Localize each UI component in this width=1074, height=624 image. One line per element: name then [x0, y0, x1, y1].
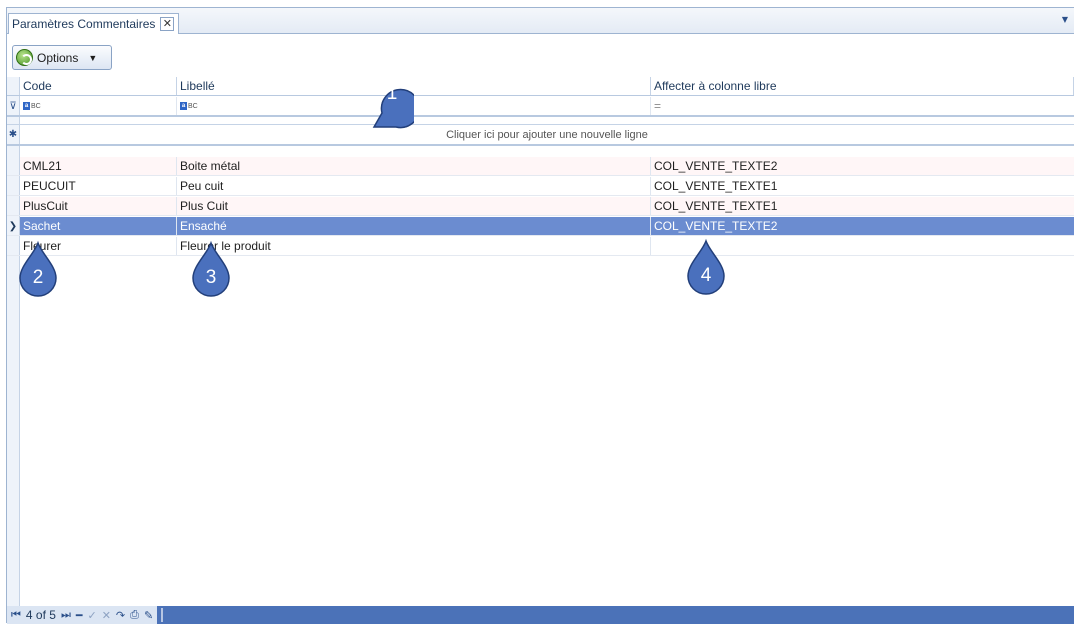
cell-libelle[interactable]: Plus Cuit	[177, 197, 651, 215]
tab-parametres-commentaires[interactable]: Paramètres Commentaires ✕	[8, 13, 180, 34]
callout-marker-3: 3	[189, 240, 233, 298]
first-record-icon[interactable]: ⏮	[11, 609, 21, 622]
filter-affecter[interactable]: =	[651, 97, 1074, 115]
header-corner	[7, 77, 20, 95]
filter-row: ⊽ a BC a BC =	[7, 97, 1074, 117]
record-position: 4 of 5	[25, 608, 56, 622]
callout-1-number: 1	[386, 83, 398, 104]
close-icon[interactable]: ✕	[160, 17, 175, 31]
options-label: Options	[37, 50, 79, 65]
print-icon[interactable]: ⎙	[130, 609, 139, 622]
filter-libelle[interactable]: a BC	[177, 97, 651, 115]
options-icon	[16, 49, 33, 66]
edit-icon[interactable]: ✎	[144, 609, 153, 622]
row-indicator	[7, 177, 20, 195]
cell-libelle[interactable]: Fleurer le produit	[177, 237, 651, 255]
equals-filter-operator: =	[654, 99, 662, 113]
table-row[interactable]: CML21 Boite métal COL_VENTE_TEXTE2	[7, 157, 1074, 176]
new-row-bar[interactable]: ✱ Cliquer ici pour ajouter une nouvelle …	[7, 124, 1074, 146]
tab-title: Paramètres Commentaires	[12, 17, 156, 31]
new-row-icon: ✱	[7, 125, 20, 144]
filter-code[interactable]: a BC	[20, 97, 177, 115]
text-filter-icon: a BC	[180, 102, 198, 110]
confirm-edit-icon[interactable]: ✓	[87, 609, 96, 622]
last-record-icon[interactable]: ⏭	[61, 609, 71, 622]
data-grid: Code Libellé Affecter à colonne libre ⊽ …	[7, 77, 1074, 606]
cell-code[interactable]: Sachet	[20, 217, 177, 235]
cell-affecter[interactable]: COL_VENTE_TEXTE1	[651, 197, 1074, 215]
filter-icon: ⊽	[7, 97, 20, 115]
cell-libelle[interactable]: Peu cuit	[177, 177, 651, 195]
chevron-down-icon: ▼	[88, 52, 98, 63]
navigator-controls: ⏮ 4 of 5 ⏭ ━ ✓ ✕ ↷ ⎙ ✎	[7, 606, 158, 624]
table-row[interactable]: PlusCuit Plus Cuit COL_VENTE_TEXTE1	[7, 197, 1074, 216]
callout-4-number: 4	[700, 265, 712, 286]
grid-header: Code Libellé Affecter à colonne libre	[7, 77, 1074, 96]
tab-strip: Paramètres Commentaires ✕ ▼	[7, 8, 1074, 34]
callout-marker-2: 2	[16, 240, 60, 298]
table-row[interactable]: Fleurer Fleurer le produit	[7, 237, 1074, 256]
cell-affecter[interactable]: COL_VENTE_TEXTE2	[651, 217, 1074, 235]
current-row-chevron-icon: ❯	[7, 217, 20, 235]
delete-record-icon[interactable]: ━	[76, 609, 83, 622]
column-header-affecter[interactable]: Affecter à colonne libre	[651, 77, 1074, 95]
cell-code[interactable]: PEUCUIT	[20, 177, 177, 195]
callout-marker-4: 4	[684, 238, 728, 296]
column-header-code[interactable]: Code	[20, 77, 177, 95]
record-navigator: ⏮ 4 of 5 ⏭ ━ ✓ ✕ ↷ ⎙ ✎	[7, 606, 1074, 624]
options-button[interactable]: Options ▼	[12, 45, 112, 70]
cell-code[interactable]: PlusCuit	[20, 197, 177, 215]
new-row-text: Cliquer ici pour ajouter une nouvelle li…	[446, 128, 648, 141]
callout-3-number: 3	[205, 267, 217, 288]
cell-affecter[interactable]: COL_VENTE_TEXTE1	[651, 177, 1074, 195]
cell-libelle[interactable]: Ensaché	[177, 217, 651, 235]
refresh-icon[interactable]: ↷	[116, 609, 125, 622]
tab-dropdown-icon[interactable]: ▼	[1062, 15, 1068, 24]
status-separator	[161, 608, 164, 622]
cell-affecter[interactable]: COL_VENTE_TEXTE2	[651, 157, 1074, 175]
cell-code[interactable]: CML21	[20, 157, 177, 175]
table-row-selected[interactable]: ❯ Sachet Ensaché COL_VENTE_TEXTE2	[7, 217, 1074, 236]
table-row[interactable]: PEUCUIT Peu cuit COL_VENTE_TEXTE1	[7, 177, 1074, 196]
row-indicator	[7, 197, 20, 215]
callout-2-number: 2	[32, 267, 44, 288]
row-indicator	[7, 157, 20, 175]
cancel-edit-icon[interactable]: ✕	[102, 609, 111, 622]
toolbar: Options ▼	[7, 34, 1074, 77]
column-header-libelle[interactable]: Libellé	[177, 77, 651, 95]
cell-libelle[interactable]: Boite métal	[177, 157, 651, 175]
callout-marker-1: 1	[370, 75, 421, 133]
comment-settings-window: Paramètres Commentaires ✕ ▼ Options ▼ Co…	[6, 7, 1074, 624]
text-filter-icon: a BC	[23, 102, 41, 110]
